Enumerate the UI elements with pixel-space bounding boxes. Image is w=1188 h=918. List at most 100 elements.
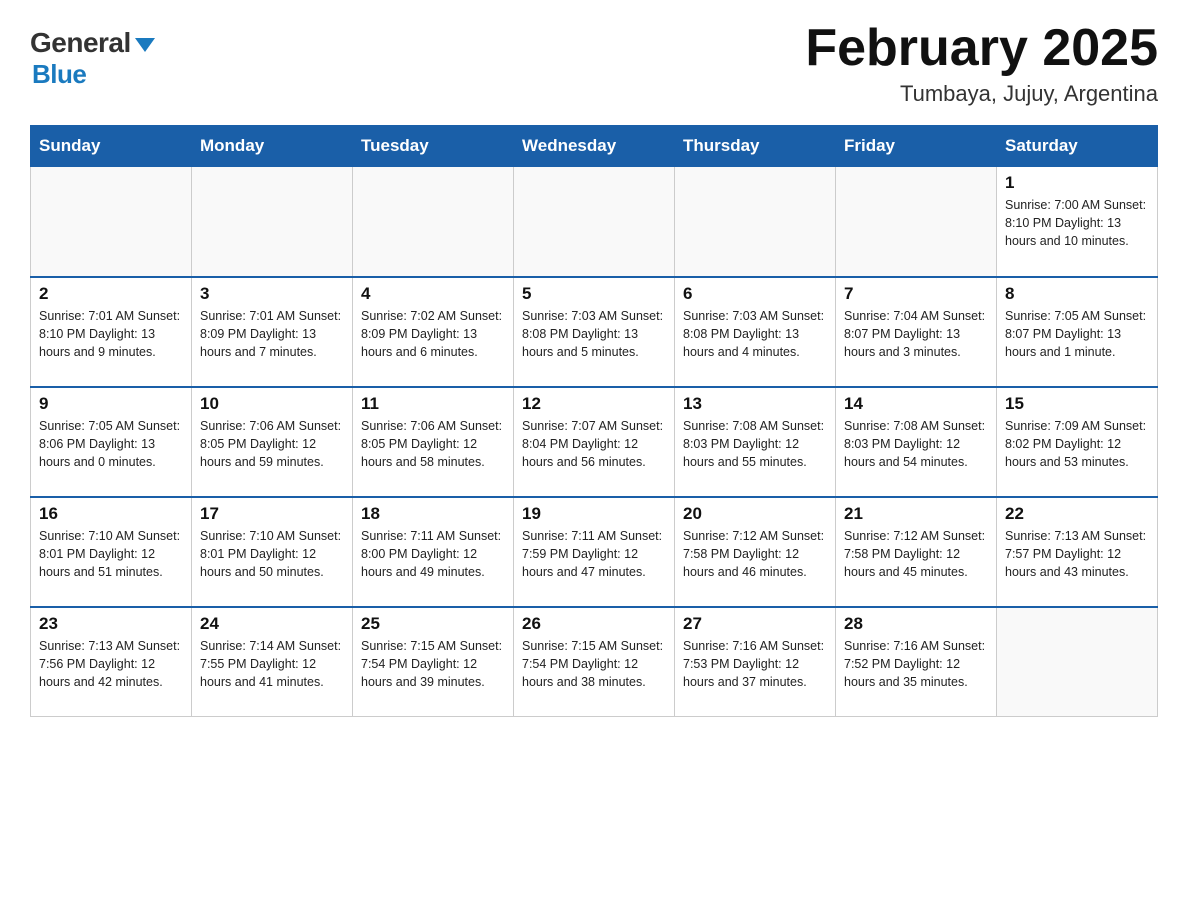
- calendar-week-row: 16 Sunrise: 7:10 AM Sunset: 8:01 PM Dayli…: [31, 497, 1158, 607]
- calendar-week-row: 9 Sunrise: 7:05 AM Sunset: 8:06 PM Daylig…: [31, 387, 1158, 497]
- day-info: Sunrise: 7:02 AM Sunset: 8:09 PM Dayligh…: [361, 307, 505, 361]
- calendar-cell: 27Sunrise: 7:16 AM Sunset: 7:53 PM Dayli…: [675, 607, 836, 717]
- day-info: Sunrise: 7:03 AM Sunset: 8:08 PM Dayligh…: [522, 307, 666, 361]
- day-info: Sunrise: 7:06 AM Sunset: 8:05 PM Dayligh…: [200, 417, 344, 471]
- day-number: 15: [1005, 394, 1149, 414]
- calendar-cell: 14 Sunrise: 7:08 AM Sunset: 8:03 PM Dayli…: [836, 387, 997, 497]
- day-number: 3: [200, 284, 344, 304]
- day-number: 8: [1005, 284, 1149, 304]
- day-number: 24: [200, 614, 344, 634]
- day-number: 16: [39, 504, 183, 524]
- day-info: Sunrise: 7:10 AM Sunset: 8:01 PM Dayligh…: [39, 527, 183, 581]
- calendar-cell: 10Sunrise: 7:06 AM Sunset: 8:05 PM Dayli…: [192, 387, 353, 497]
- calendar-cell: 15 Sunrise: 7:09 AM Sunset: 8:02 PM Dayli…: [997, 387, 1158, 497]
- day-info: Sunrise: 7:12 AM Sunset: 7:58 PM Dayligh…: [844, 527, 988, 581]
- day-info: Sunrise: 7:08 AM Sunset: 8:03 PM Dayligh…: [683, 417, 827, 471]
- logo-arrow-icon: [135, 38, 155, 52]
- day-number: 28: [844, 614, 988, 634]
- calendar-cell: 19 Sunrise: 7:11 AM Sunset: 7:59 PM Dayli…: [514, 497, 675, 607]
- day-info: Sunrise: 7:05 AM Sunset: 8:06 PM Dayligh…: [39, 417, 183, 471]
- day-of-week-header: Friday: [836, 126, 997, 167]
- calendar-cell: 3Sunrise: 7:01 AM Sunset: 8:09 PM Daylig…: [192, 277, 353, 387]
- logo-blue-text: Blue: [32, 59, 86, 90]
- calendar-cell: 2 Sunrise: 7:01 AM Sunset: 8:10 PM Daylig…: [31, 277, 192, 387]
- calendar-cell: 22Sunrise: 7:13 AM Sunset: 7:57 PM Dayli…: [997, 497, 1158, 607]
- day-info: Sunrise: 7:16 AM Sunset: 7:52 PM Dayligh…: [844, 637, 988, 691]
- day-of-week-header: Sunday: [31, 126, 192, 167]
- calendar-cell: 28 Sunrise: 7:16 AM Sunset: 7:52 PM Dayli…: [836, 607, 997, 717]
- day-info: Sunrise: 7:11 AM Sunset: 7:59 PM Dayligh…: [522, 527, 666, 581]
- day-info: Sunrise: 7:06 AM Sunset: 8:05 PM Dayligh…: [361, 417, 505, 471]
- day-info: Sunrise: 7:15 AM Sunset: 7:54 PM Dayligh…: [522, 637, 666, 691]
- calendar-cell: 20Sunrise: 7:12 AM Sunset: 7:58 PM Dayli…: [675, 497, 836, 607]
- calendar-cell: 7 Sunrise: 7:04 AM Sunset: 8:07 PM Daylig…: [836, 277, 997, 387]
- calendar-cell: [836, 167, 997, 277]
- calendar-cell: 26 Sunrise: 7:15 AM Sunset: 7:54 PM Dayli…: [514, 607, 675, 717]
- day-info: Sunrise: 7:08 AM Sunset: 8:03 PM Dayligh…: [844, 417, 988, 471]
- day-of-week-header: Wednesday: [514, 126, 675, 167]
- calendar-cell: [514, 167, 675, 277]
- day-info: Sunrise: 7:01 AM Sunset: 8:10 PM Dayligh…: [39, 307, 183, 361]
- calendar-cell: 4Sunrise: 7:02 AM Sunset: 8:09 PM Daylig…: [353, 277, 514, 387]
- calendar-cell: 11 Sunrise: 7:06 AM Sunset: 8:05 PM Dayli…: [353, 387, 514, 497]
- calendar-cell: [192, 167, 353, 277]
- day-info: Sunrise: 7:13 AM Sunset: 7:56 PM Dayligh…: [39, 637, 183, 691]
- day-info: Sunrise: 7:04 AM Sunset: 8:07 PM Dayligh…: [844, 307, 988, 361]
- day-info: Sunrise: 7:14 AM Sunset: 7:55 PM Dayligh…: [200, 637, 344, 691]
- calendar-cell: 6 Sunrise: 7:03 AM Sunset: 8:08 PM Daylig…: [675, 277, 836, 387]
- day-number: 14: [844, 394, 988, 414]
- day-info: Sunrise: 7:15 AM Sunset: 7:54 PM Dayligh…: [361, 637, 505, 691]
- day-number: 11: [361, 394, 505, 414]
- day-number: 13: [683, 394, 827, 414]
- day-number: 6: [683, 284, 827, 304]
- calendar-cell: 16 Sunrise: 7:10 AM Sunset: 8:01 PM Dayli…: [31, 497, 192, 607]
- calendar-cell: 13 Sunrise: 7:08 AM Sunset: 8:03 PM Dayli…: [675, 387, 836, 497]
- day-info: Sunrise: 7:10 AM Sunset: 8:01 PM Dayligh…: [200, 527, 344, 581]
- calendar-cell: 5 Sunrise: 7:03 AM Sunset: 8:08 PM Daylig…: [514, 277, 675, 387]
- day-number: 21: [844, 504, 988, 524]
- calendar-cell: 1 Sunrise: 7:00 AM Sunset: 8:10 PM Daylig…: [997, 167, 1158, 277]
- day-of-week-header: Monday: [192, 126, 353, 167]
- day-number: 23: [39, 614, 183, 634]
- calendar-cell: 21 Sunrise: 7:12 AM Sunset: 7:58 PM Dayli…: [836, 497, 997, 607]
- day-number: 2: [39, 284, 183, 304]
- logo-general: General: [30, 28, 155, 59]
- day-number: 17: [200, 504, 344, 524]
- month-year-title: February 2025: [805, 20, 1158, 77]
- calendar-cell: [31, 167, 192, 277]
- calendar-cell: [353, 167, 514, 277]
- calendar-cell: 23 Sunrise: 7:13 AM Sunset: 7:56 PM Dayli…: [31, 607, 192, 717]
- calendar-cell: 12 Sunrise: 7:07 AM Sunset: 8:04 PM Dayli…: [514, 387, 675, 497]
- day-number: 18: [361, 504, 505, 524]
- day-number: 12: [522, 394, 666, 414]
- day-number: 1: [1005, 173, 1149, 193]
- day-of-week-header: Tuesday: [353, 126, 514, 167]
- day-of-week-header: Thursday: [675, 126, 836, 167]
- calendar-week-row: 2 Sunrise: 7:01 AM Sunset: 8:10 PM Daylig…: [31, 277, 1158, 387]
- day-number: 25: [361, 614, 505, 634]
- calendar-cell: [675, 167, 836, 277]
- calendar-cell: 8 Sunrise: 7:05 AM Sunset: 8:07 PM Daylig…: [997, 277, 1158, 387]
- day-number: 7: [844, 284, 988, 304]
- logo: General Blue: [30, 28, 155, 90]
- day-info: Sunrise: 7:16 AM Sunset: 7:53 PM Dayligh…: [683, 637, 827, 691]
- location-subtitle: Tumbaya, Jujuy, Argentina: [805, 81, 1158, 107]
- day-of-week-header: Saturday: [997, 126, 1158, 167]
- day-number: 9: [39, 394, 183, 414]
- day-info: Sunrise: 7:09 AM Sunset: 8:02 PM Dayligh…: [1005, 417, 1149, 471]
- day-number: 19: [522, 504, 666, 524]
- page-header: General Blue February 2025 Tumbaya, Juju…: [30, 20, 1158, 107]
- day-number: 26: [522, 614, 666, 634]
- day-info: Sunrise: 7:03 AM Sunset: 8:08 PM Dayligh…: [683, 307, 827, 361]
- day-info: Sunrise: 7:11 AM Sunset: 8:00 PM Dayligh…: [361, 527, 505, 581]
- day-info: Sunrise: 7:07 AM Sunset: 8:04 PM Dayligh…: [522, 417, 666, 471]
- calendar-cell: 17 Sunrise: 7:10 AM Sunset: 8:01 PM Dayli…: [192, 497, 353, 607]
- calendar-cell: 18 Sunrise: 7:11 AM Sunset: 8:00 PM Dayli…: [353, 497, 514, 607]
- calendar-cell: [997, 607, 1158, 717]
- logo-general-text: General: [30, 28, 131, 59]
- calendar-table: SundayMondayTuesdayWednesdayThursdayFrid…: [30, 125, 1158, 717]
- calendar-week-row: 1 Sunrise: 7:00 AM Sunset: 8:10 PM Daylig…: [31, 167, 1158, 277]
- day-number: 5: [522, 284, 666, 304]
- day-info: Sunrise: 7:00 AM Sunset: 8:10 PM Dayligh…: [1005, 196, 1149, 250]
- day-info: Sunrise: 7:05 AM Sunset: 8:07 PM Dayligh…: [1005, 307, 1149, 361]
